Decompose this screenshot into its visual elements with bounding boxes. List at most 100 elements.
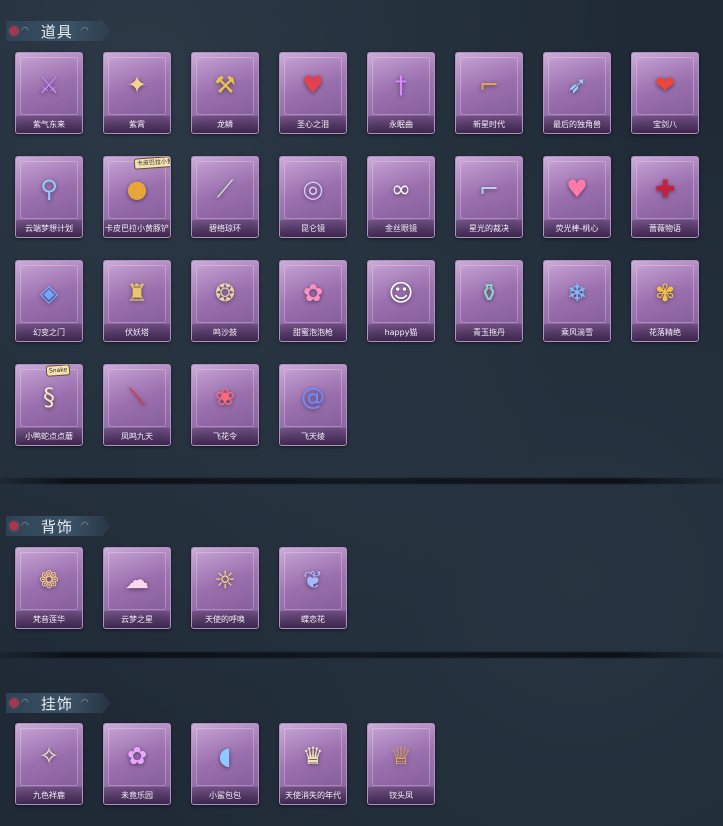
shark-plush-icon: ◖: [218, 742, 232, 770]
purple-chain-icon: ✦: [126, 71, 148, 99]
item-card[interactable]: § 小鸭蛇点点蘑 Snake: [15, 364, 83, 446]
red-heart-staff-icon: ♥: [302, 71, 324, 99]
medical-kit-icon: ✚: [654, 175, 676, 203]
item-card[interactable]: ⟋ 碧络琼环: [191, 156, 259, 238]
section-title: 道具: [40, 22, 73, 41]
section-title: 背饰: [40, 517, 73, 536]
unicorn-horn-icon: ➶: [566, 71, 588, 99]
phoenix-crown-doll-icon: ♕: [390, 742, 412, 770]
swirl-icon: ◠: [80, 26, 89, 36]
item-card[interactable]: @ 飞天绫: [279, 364, 347, 446]
section-header-bar: ◠ 背饰 ◠: [6, 516, 111, 536]
section-header-bar: ◠ 挂饰 ◠: [6, 693, 111, 713]
item-name: 甜蜜泡泡枪: [280, 324, 346, 341]
bunny-doll-icon: ✿: [126, 742, 148, 770]
cat-figure-icon: ☺: [388, 279, 414, 307]
dimension-gate-icon: ◈: [39, 279, 59, 307]
pendants-grid: ✧ 九色祥鹿 ✿ 未竟乐园 ◖ 小鲨包包 ♛ 天使消失的年代 ♕ 钗头凤: [15, 723, 699, 805]
item-card[interactable]: ❄ 乘风淌雪: [543, 260, 611, 342]
item-name: 新星时代: [456, 116, 522, 133]
item-card[interactable]: ◖ 小鲨包包: [191, 723, 259, 805]
item-name: 星光的裁决: [456, 220, 522, 237]
item-card[interactable]: ✦ 紫霄: [103, 52, 171, 134]
item-name: 紫气东来: [16, 116, 82, 133]
item-name: 花落精绝: [632, 324, 698, 341]
section-divider: [0, 478, 723, 484]
phoenix-blade-icon: ⟍: [128, 383, 146, 411]
item-card[interactable]: ✾ 花落精绝: [631, 260, 699, 342]
item-name: 梵音莲华: [16, 611, 82, 628]
item-name: 碧络琼环: [192, 220, 258, 237]
item-card[interactable]: ● 卡皮巴拉小黄豚铲 卡皮巴拉小黄豚: [103, 156, 171, 238]
angel-doll-icon: ☼: [214, 566, 236, 594]
item-name: 凤鸣九天: [104, 428, 170, 445]
item-card[interactable]: ∞ 金丝眼镜: [367, 156, 435, 238]
item-card[interactable]: ♕ 钗头凤: [367, 723, 435, 805]
item-card[interactable]: ♛ 天使消失的年代: [279, 723, 347, 805]
item-card[interactable]: ☺ happy猫: [367, 260, 435, 342]
item-card[interactable]: ◈ 幻变之门: [15, 260, 83, 342]
unicorn-cloud-icon: ☁: [125, 566, 149, 594]
item-name: 昆仑镜: [280, 220, 346, 237]
item-name: 龙鳞: [192, 116, 258, 133]
item-card[interactable]: ✚ 蔷薇物语: [631, 156, 699, 238]
item-name: 小鲨包包: [192, 787, 258, 804]
revolver-icon: ⌐: [478, 71, 500, 99]
glowstick-heart-icon: ♥: [566, 175, 588, 203]
item-card[interactable]: ♜ 伏妖塔: [103, 260, 171, 342]
item-name: 飞天绫: [280, 428, 346, 445]
lotus-doll-icon: ❁: [38, 566, 60, 594]
item-name: 宝剑八: [632, 116, 698, 133]
item-card[interactable]: † 永眠曲: [367, 52, 435, 134]
item-card[interactable]: ✿ 甜蜜泡泡枪: [279, 260, 347, 342]
pagoda-icon: ♜: [126, 279, 148, 307]
violet-sword-icon: †: [395, 71, 407, 99]
item-name: 天使的呼唤: [192, 611, 258, 628]
item-card[interactable]: ❦ 蝶恋花: [279, 547, 347, 629]
butterfly-ornament-icon: ❦: [302, 566, 324, 594]
ribbon-swirl-icon: @: [301, 383, 325, 411]
item-card[interactable]: ⚲ 云端梦想计划: [15, 156, 83, 238]
item-card[interactable]: ☼ 天使的呼唤: [191, 547, 259, 629]
item-card[interactable]: ♥ 圣心之泪: [279, 52, 347, 134]
item-name: 紫霄: [104, 116, 170, 133]
item-name: 卡皮巴拉小黄豚铲: [104, 220, 170, 237]
back-accessories-grid: ❁ 梵音莲华 ☁ 云梦之星 ☼ 天使的呼唤 ❦ 蝶恋花: [15, 547, 699, 629]
swirl-icon: ◠: [80, 698, 89, 708]
silver-gun-icon: ⌐: [478, 175, 500, 203]
item-card[interactable]: ⚔ 紫气东来: [15, 52, 83, 134]
props-grid: ⚔ 紫气东来 ✦ 紫霄 ⚒ 龙鳞 ♥ 圣心之泪 † 永眠曲 ⌐ 新星时代 ➶ 最后的独角兽 ❤ 宝剑八 ⚲ 云端梦…: [15, 52, 699, 446]
item-card[interactable]: ◎ 昆仑镜: [279, 156, 347, 238]
item-card[interactable]: ❁ 梵音莲华: [15, 547, 83, 629]
item-badge: 卡皮巴拉小黄豚: [133, 157, 170, 170]
jade-vase-icon: ⚱: [478, 279, 500, 307]
item-card[interactable]: ⚒ 龙鳞: [191, 52, 259, 134]
item-name: 云梦之星: [104, 611, 170, 628]
swirl-icon: ◠: [80, 521, 89, 531]
item-card[interactable]: ⌐ 新星时代: [455, 52, 523, 134]
item-name: 小鸭蛇点点蘑: [16, 428, 82, 445]
item-card[interactable]: ✧ 九色祥鹿: [15, 723, 83, 805]
item-name: 蝶恋花: [280, 611, 346, 628]
item-card[interactable]: ♥ 荧光棒-桃心: [543, 156, 611, 238]
ornate-mirror-icon: ◎: [302, 175, 324, 203]
item-name: 伏妖塔: [104, 324, 170, 341]
item-card[interactable]: ✿ 未竟乐园: [103, 723, 171, 805]
section-header-bar: ◠ 道具 ◠: [6, 21, 111, 41]
item-card[interactable]: ❤ 宝剑八: [631, 52, 699, 134]
item-name: happy猫: [368, 324, 434, 341]
item-card[interactable]: ➶ 最后的独角兽: [543, 52, 611, 134]
ice-glasses-icon: ❄: [566, 279, 588, 307]
item-name: 九色祥鹿: [16, 787, 82, 804]
item-card[interactable]: ⟍ 凤鸣九天: [103, 364, 171, 446]
item-card[interactable]: ❂ 鸣沙鼓: [191, 260, 259, 342]
item-card[interactable]: ⌐ 星光的裁决: [455, 156, 523, 238]
item-card[interactable]: ❀ 飞花令: [191, 364, 259, 446]
heart-shield-icon: ❤: [654, 71, 676, 99]
item-name: 云端梦想计划: [16, 220, 82, 237]
purple-blade-icon: ⚔: [38, 71, 60, 99]
item-name: 荧光棒-桃心: [544, 220, 610, 237]
item-name: 青玉拖丹: [456, 324, 522, 341]
item-card[interactable]: ☁ 云梦之星: [103, 547, 171, 629]
item-card[interactable]: ⚱ 青玉拖丹: [455, 260, 523, 342]
